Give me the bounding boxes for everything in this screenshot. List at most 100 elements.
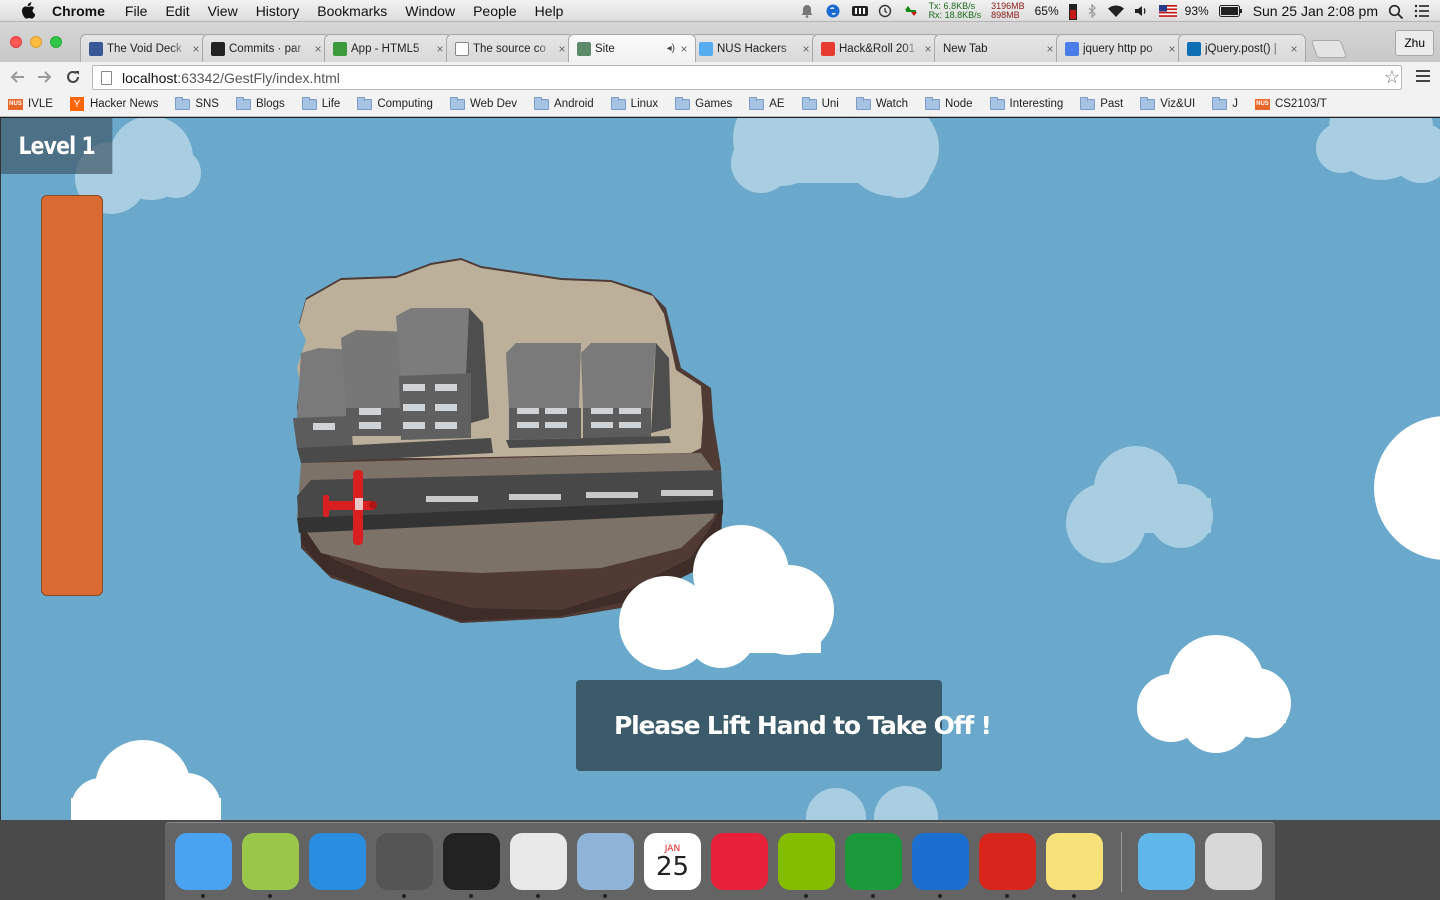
- menu-people[interactable]: People: [473, 3, 517, 19]
- istat-menu-icon[interactable]: [851, 4, 868, 18]
- bookmark-item[interactable]: J: [1212, 96, 1238, 110]
- bookmark-item[interactable]: Node: [925, 96, 973, 110]
- tab-8[interactable]: jquery http po ×: [1056, 34, 1184, 62]
- address-bar[interactable]: localhost:63342/GestFly/index.html: [92, 65, 1402, 90]
- bookmark-item[interactable]: Life: [301, 96, 340, 110]
- tab-6[interactable]: Hack&Roll 201 ×: [812, 34, 940, 62]
- tab-2[interactable]: App - HTML5 ×: [324, 34, 452, 62]
- downloads-icon[interactable]: [1138, 833, 1195, 890]
- jetbrains-icon[interactable]: [309, 833, 366, 890]
- close-tab-icon[interactable]: ×: [801, 42, 811, 56]
- bookmark-item[interactable]: Uni: [801, 96, 839, 110]
- notes-icon[interactable]: [1046, 833, 1103, 898]
- bookmark-item[interactable]: NUS IVLE: [8, 98, 53, 110]
- bookmark-item[interactable]: SNS: [175, 96, 219, 110]
- tab-0[interactable]: The Void Deck ×: [80, 34, 208, 62]
- excel-icon[interactable]: [845, 833, 902, 898]
- close-window-button[interactable]: [10, 36, 22, 48]
- us-flag-icon[interactable]: [1158, 4, 1177, 18]
- back-button[interactable]: [6, 66, 28, 88]
- folder-icon: [357, 96, 373, 110]
- volume-icon[interactable]: [1133, 4, 1149, 18]
- menubar-clock[interactable]: Sun 25 Jan 2:08 pm: [1253, 3, 1378, 19]
- bookmark-item[interactable]: Blogs: [235, 96, 285, 110]
- bookmark-item[interactable]: Web Dev: [449, 96, 517, 110]
- battery-icon[interactable]: [1218, 4, 1243, 18]
- tab-5[interactable]: NUS Hackers ×: [690, 34, 818, 62]
- menu-bookmarks[interactable]: Bookmarks: [317, 3, 387, 19]
- bookmark-item[interactable]: Games: [675, 96, 732, 110]
- close-tab-icon[interactable]: ×: [1167, 42, 1177, 56]
- spotify-icon[interactable]: [778, 833, 835, 898]
- menu-help[interactable]: Help: [535, 3, 564, 19]
- close-tab-icon[interactable]: ×: [435, 42, 445, 56]
- bookmark-item[interactable]: Viz&UI: [1140, 96, 1195, 110]
- bluetooth-icon[interactable]: [1087, 3, 1097, 19]
- running-indicator: [402, 894, 406, 898]
- shazam-icon[interactable]: [825, 4, 841, 18]
- calendar-icon[interactable]: JAN 25: [644, 833, 701, 890]
- tab-1[interactable]: Commits · par ×: [202, 34, 330, 62]
- finder-icon[interactable]: [175, 833, 232, 898]
- sublime-text-icon[interactable]: [376, 833, 433, 898]
- new-tab-button[interactable]: [1310, 40, 1348, 58]
- wifi-icon[interactable]: [1107, 4, 1124, 18]
- bookmark-item[interactable]: Y Hacker News: [69, 97, 158, 111]
- tab-list: The Void Deck × Commits · par × App - HTML5 ×…: [80, 34, 1348, 62]
- bookmark-star-icon[interactable]: ☆: [1384, 67, 1400, 88]
- bookmark-item[interactable]: Watch: [855, 96, 908, 110]
- forward-button[interactable]: [34, 66, 56, 88]
- menu-edit[interactable]: Edit: [165, 3, 189, 19]
- bookmark-item[interactable]: Computing: [357, 96, 433, 110]
- close-tab-icon[interactable]: ×: [313, 42, 323, 56]
- buildings-right: [506, 343, 671, 448]
- zoom-window-button[interactable]: [50, 36, 62, 48]
- notification-center-icon[interactable]: [1414, 4, 1430, 18]
- tab-title: Commits · par: [229, 42, 302, 55]
- word-icon[interactable]: [912, 833, 969, 898]
- menu-view[interactable]: View: [208, 3, 238, 19]
- menu-window[interactable]: Window: [405, 3, 455, 19]
- close-tab-icon[interactable]: ×: [557, 42, 567, 56]
- bookmarks-bar: NUS IVLE Y Hacker News SNS Blogs Life Computing…: [0, 92, 1440, 117]
- close-tab-icon[interactable]: ×: [1289, 42, 1299, 56]
- close-tab-icon[interactable]: ×: [923, 42, 933, 56]
- menu-file[interactable]: File: [125, 3, 148, 19]
- chrome-icon[interactable]: [510, 833, 567, 898]
- bookmark-item[interactable]: NUS CS2103/T: [1254, 98, 1327, 110]
- bookmark-item[interactable]: AE: [749, 96, 785, 110]
- android-studio-icon[interactable]: [242, 833, 299, 898]
- page-icon: [455, 41, 469, 56]
- profile-button[interactable]: Zhu: [1395, 30, 1434, 56]
- bookmark-item[interactable]: Interesting: [989, 96, 1063, 110]
- network-activity-icon[interactable]: [903, 4, 919, 18]
- close-tab-icon[interactable]: ×: [679, 42, 689, 56]
- close-tab-icon[interactable]: ×: [1045, 42, 1055, 56]
- tab-title: The Void Deck: [107, 42, 182, 55]
- bookmark-item[interactable]: Linux: [610, 96, 658, 110]
- trash-icon[interactable]: [1205, 833, 1262, 890]
- spotlight-search-icon[interactable]: [1388, 4, 1404, 20]
- tab-7[interactable]: New Tab ×: [934, 34, 1062, 62]
- itunes-icon[interactable]: [711, 833, 768, 890]
- tab-3[interactable]: The source co ×: [446, 34, 574, 62]
- notification-bell-icon[interactable]: [799, 4, 815, 18]
- preview-icon[interactable]: [577, 833, 634, 898]
- terminal-icon[interactable]: [443, 833, 500, 898]
- audio-playing-icon[interactable]: ◂): [667, 43, 675, 54]
- chrome-menu-icon[interactable]: [1416, 70, 1430, 82]
- minimize-window-button[interactable]: [30, 36, 42, 48]
- menu-history[interactable]: History: [256, 3, 300, 19]
- game-viewport[interactable]: Level 1 Please Lift Hand to Take Off !: [0, 118, 1440, 820]
- powerpoint-icon[interactable]: [979, 833, 1036, 898]
- time-machine-icon[interactable]: [877, 4, 893, 18]
- tab-4[interactable]: Site ◂) ×: [568, 34, 696, 62]
- reload-button[interactable]: [62, 66, 84, 88]
- folder-icon: [1212, 96, 1228, 110]
- bookmark-item[interactable]: Android: [534, 96, 594, 110]
- menu-app-name[interactable]: Chrome: [52, 3, 105, 19]
- apple-menu-icon[interactable]: [18, 2, 38, 20]
- tab-9[interactable]: jQuery.post() | ×: [1178, 34, 1306, 62]
- close-tab-icon[interactable]: ×: [191, 42, 201, 56]
- bookmark-item[interactable]: Past: [1080, 96, 1123, 110]
